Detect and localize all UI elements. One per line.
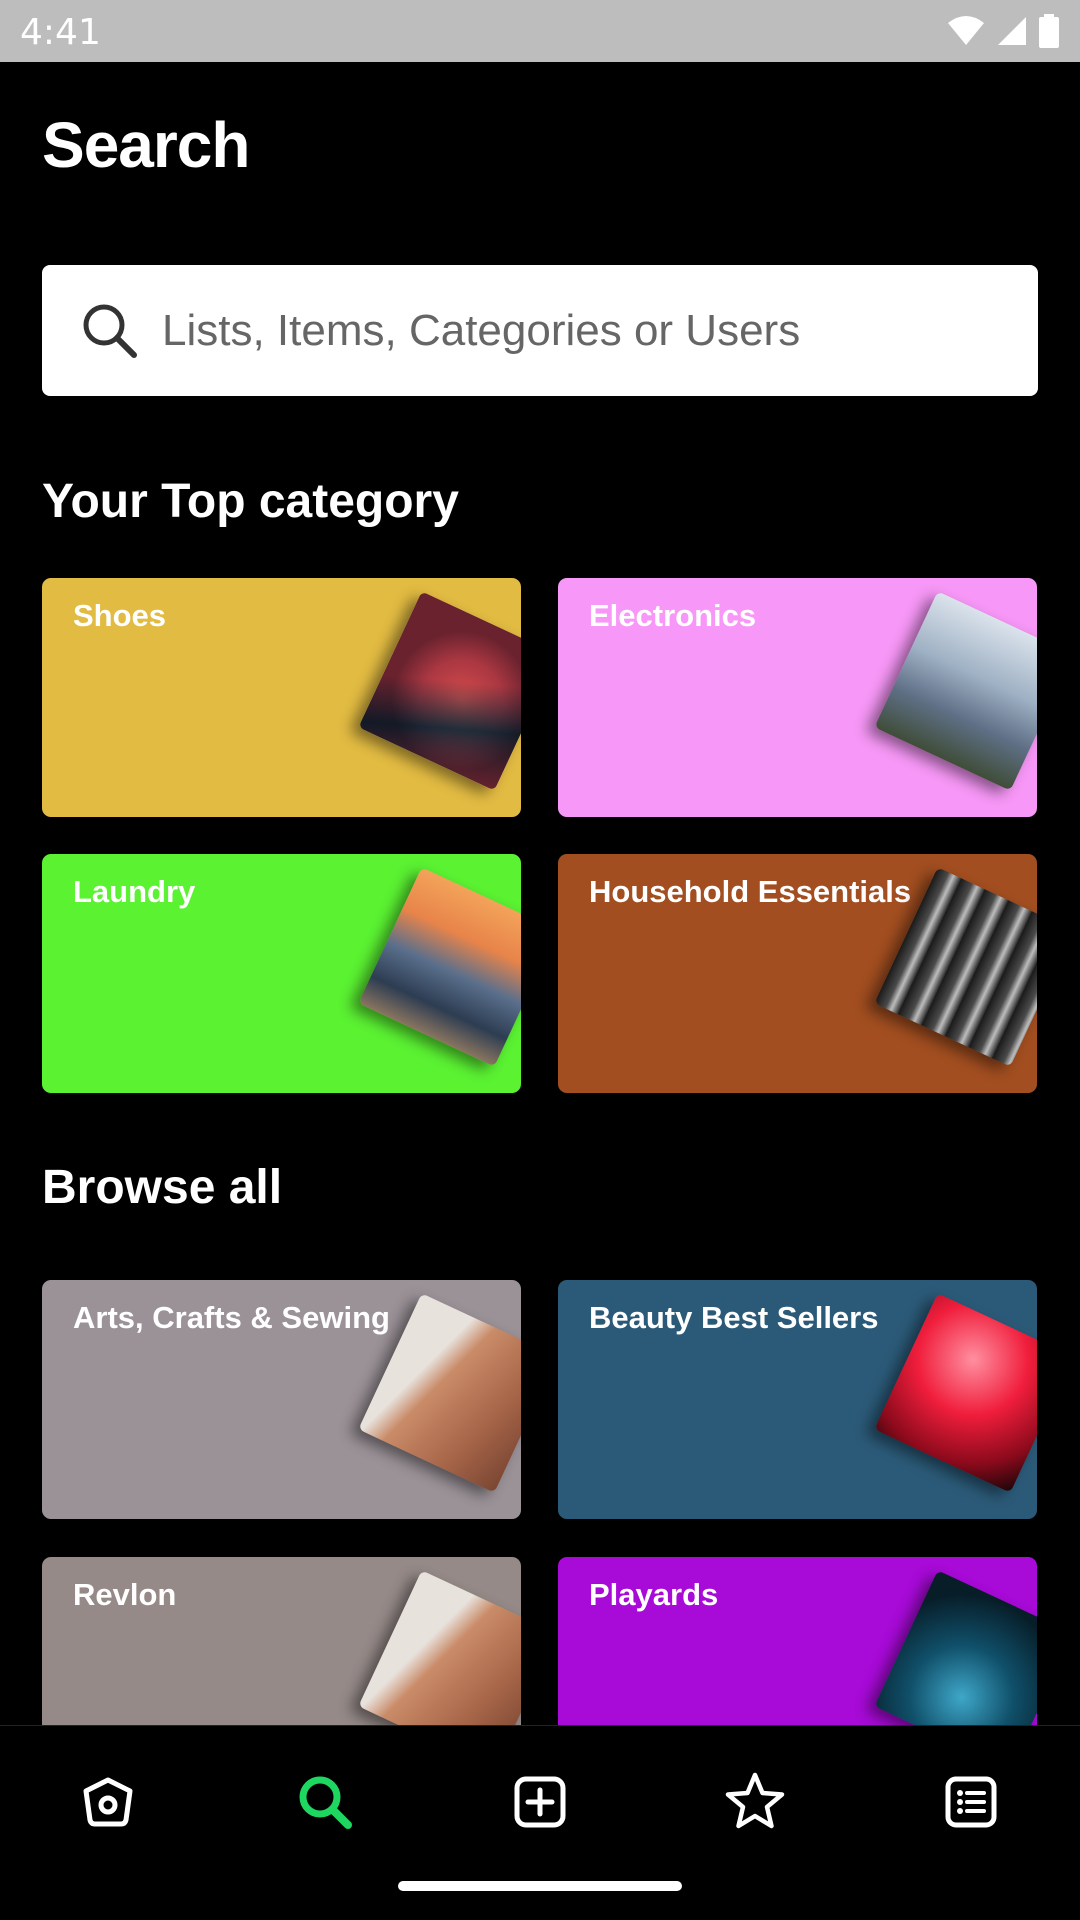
home-indicator[interactable] [398,1881,682,1891]
category-card-beauty-best-sellers[interactable]: Beauty Best Sellers [558,1280,1037,1519]
search-icon [83,304,137,358]
search-box[interactable] [42,265,1038,396]
nav-add[interactable] [500,1762,580,1842]
category-card-label: Arts, Crafts & Sewing [73,1300,390,1335]
status-time: 4:41 [20,12,101,53]
category-card-label: Household Essentials [589,874,912,909]
category-card-label: Electronics [589,598,757,633]
category-thumbnail-image [358,867,521,1067]
nav-lists[interactable] [931,1762,1011,1842]
category-card-arts-crafts-sewing[interactable]: Arts, Crafts & Sewing [42,1280,521,1519]
star-icon [725,1772,785,1829]
category-card-label: Playards [589,1577,719,1612]
category-card-label: Revlon [73,1577,177,1612]
category-card-electronics[interactable]: Electronics [558,578,1037,817]
status-icons [946,14,1060,48]
nav-home[interactable] [68,1762,148,1842]
category-card-label: Beauty Best Sellers [589,1300,879,1335]
wifi-icon [948,16,984,45]
category-thumbnail-image [874,1293,1037,1493]
category-card-label: Laundry [73,874,196,909]
category-card-laundry[interactable]: Laundry [42,854,521,1093]
status-bar: 4:41 [0,0,1080,62]
search-input[interactable] [162,265,1022,396]
add-icon [514,1776,566,1828]
category-thumbnail-image [874,591,1037,791]
cellular-signal-icon [998,17,1026,45]
home-icon [83,1777,133,1827]
category-card-household-essentials[interactable]: Household Essentials [558,854,1037,1093]
category-card-shoes[interactable]: Shoes [42,578,521,817]
battery-icon [1039,14,1059,48]
category-card-label: Shoes [73,598,167,633]
page-title: Search [42,109,250,181]
nav-favorites[interactable] [715,1762,795,1842]
list-icon [945,1776,997,1828]
search-icon [299,1776,352,1829]
nav-search[interactable] [285,1762,365,1842]
top-category-heading: Your Top category [42,475,459,528]
category-thumbnail-image [358,591,521,791]
browse-all-heading: Browse all [42,1161,283,1214]
